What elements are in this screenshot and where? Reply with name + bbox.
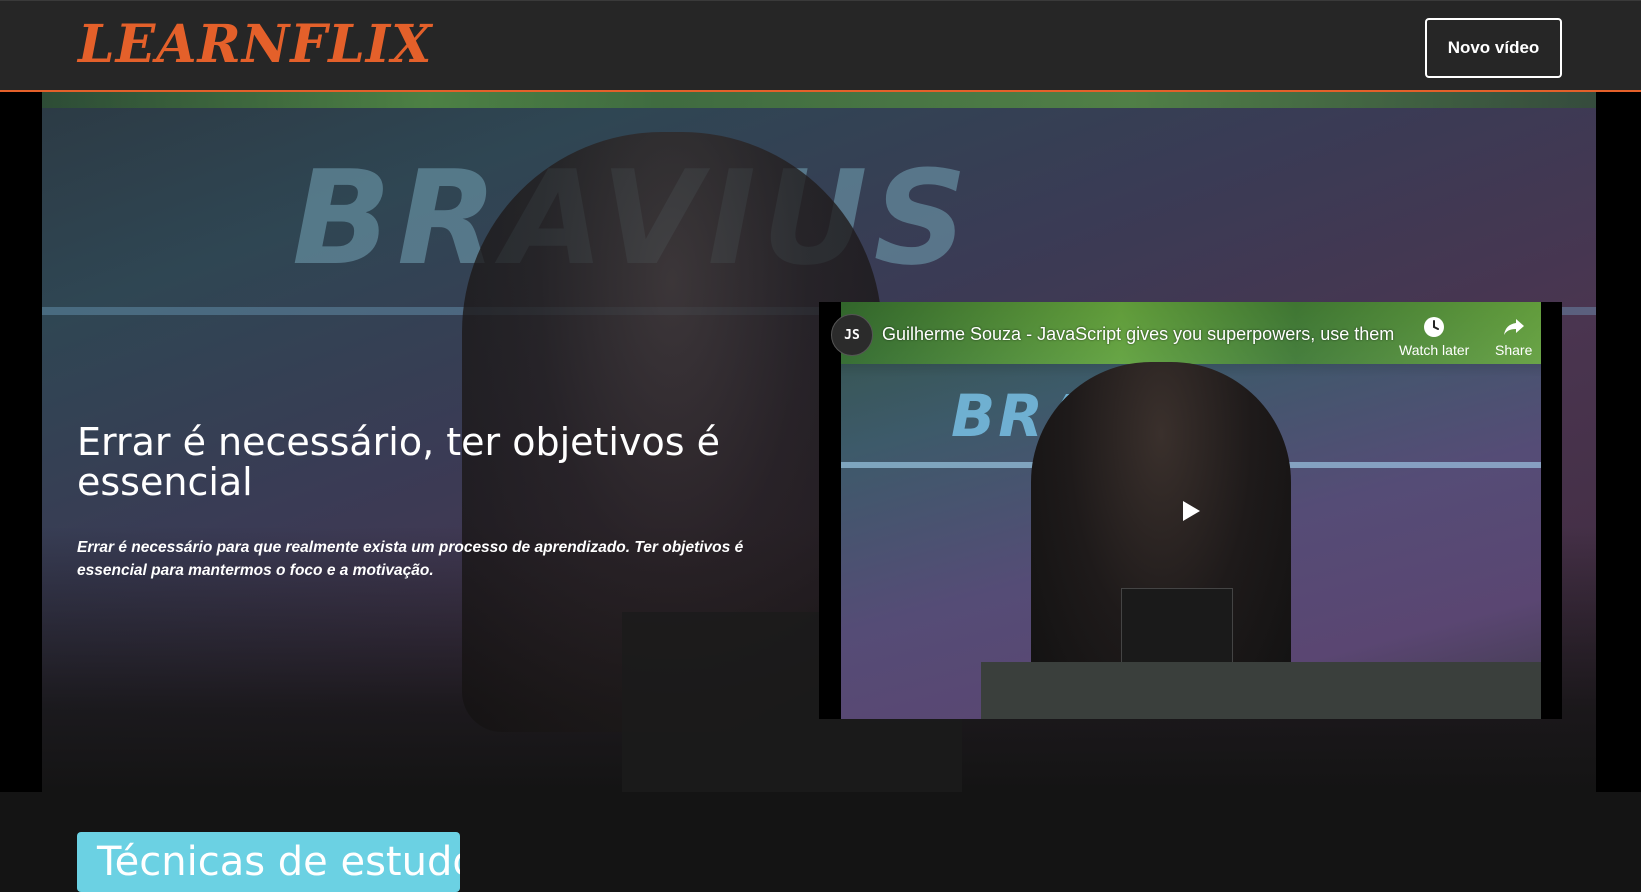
share-button[interactable]: Share [1495,316,1532,358]
share-arrow-icon [1502,316,1526,342]
play-icon[interactable] [1176,498,1206,524]
share-label: Share [1495,342,1533,358]
watch-later-label: Watch later [1399,342,1470,358]
new-video-button[interactable]: Novo vídeo [1425,18,1562,78]
video-title-link[interactable]: Guilherme Souza - JavaScript gives you s… [882,323,1402,345]
video-thumbnail-desk [981,662,1541,719]
learnflix-logo[interactable]: LEARNFLIX [78,9,432,81]
channel-avatar[interactable]: JS [831,314,873,356]
watch-later-button[interactable]: Watch later [1399,316,1469,358]
top-header: LEARNFLIX Novo vídeo [0,0,1641,92]
banner-title: Errar é necessário, ter objetivos é esse… [77,420,720,504]
clock-icon [1423,316,1445,342]
banner-description: Errar é necessário para que realmente ex… [77,539,744,579]
embedded-video-player[interactable]: BRAVIUS JS Guilherme Souza - JavaScript … [819,302,1562,719]
hero-banner: BRAVIUS Errar é necessário, ter objetivo… [0,92,1641,792]
banner-bg-stripe [42,92,1596,108]
category-title-card[interactable]: Técnicas de estudo [77,832,460,892]
